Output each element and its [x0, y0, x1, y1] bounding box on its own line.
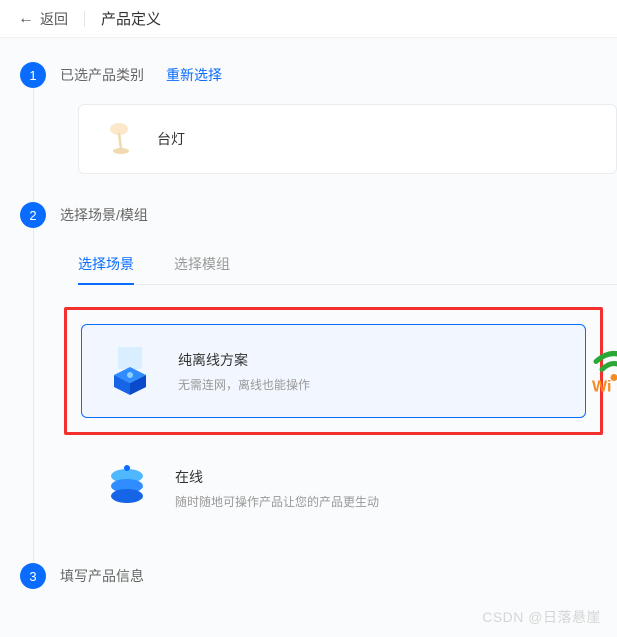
tab-select-module[interactable]: 选择模组	[174, 244, 230, 284]
lamp-icon	[99, 119, 139, 159]
step-1-number: 1	[20, 62, 46, 88]
online-layers-icon	[101, 462, 153, 514]
reselect-link[interactable]: 重新选择	[166, 65, 222, 85]
step-1-title: 已选产品类别	[60, 65, 144, 85]
page-title: 产品定义	[101, 8, 161, 29]
scene-offline-title: 纯离线方案	[178, 350, 310, 370]
watermark-text: CSDN @日落悬崖	[482, 607, 601, 627]
back-label: 返回	[40, 9, 68, 29]
scene-card-online[interactable]: 在线 随时随地可操作产品让您的产品更生动	[78, 441, 617, 535]
product-name: 台灯	[157, 129, 185, 149]
highlight-annotation: 纯离线方案 无需连网，离线也能操作 Wi	[64, 307, 603, 435]
back-arrow-icon: ←	[18, 10, 34, 28]
step-1: 1 已选产品类别 重新选择 台灯	[20, 62, 617, 174]
page-header: ← 返回 产品定义	[0, 0, 617, 38]
step-3-title: 填写产品信息	[60, 566, 144, 586]
scene-online-desc: 随时随地可操作产品让您的产品更生动	[175, 493, 379, 510]
header-divider	[84, 11, 85, 27]
step-2: 2 选择场景/模组 选择场景 选择模组	[20, 202, 617, 535]
scene-online-title: 在线	[175, 467, 379, 487]
offline-cube-icon	[104, 345, 156, 397]
scene-offline-desc: 无需连网，离线也能操作	[178, 376, 310, 393]
wifi-icon: Wi	[590, 344, 617, 399]
scene-tabs: 选择场景 选择模组	[78, 244, 617, 285]
step-3: 3 填写产品信息	[20, 563, 617, 589]
selected-product-card[interactable]: 台灯	[78, 104, 617, 174]
scene-card-offline[interactable]: 纯离线方案 无需连网，离线也能操作	[81, 324, 586, 418]
step-2-number: 2	[20, 202, 46, 228]
step-3-number: 3	[20, 563, 46, 589]
svg-text:Wi: Wi	[592, 379, 611, 394]
back-button[interactable]: ← 返回	[18, 9, 68, 29]
tab-select-scene[interactable]: 选择场景	[78, 244, 134, 284]
step-2-title: 选择场景/模组	[60, 205, 148, 225]
